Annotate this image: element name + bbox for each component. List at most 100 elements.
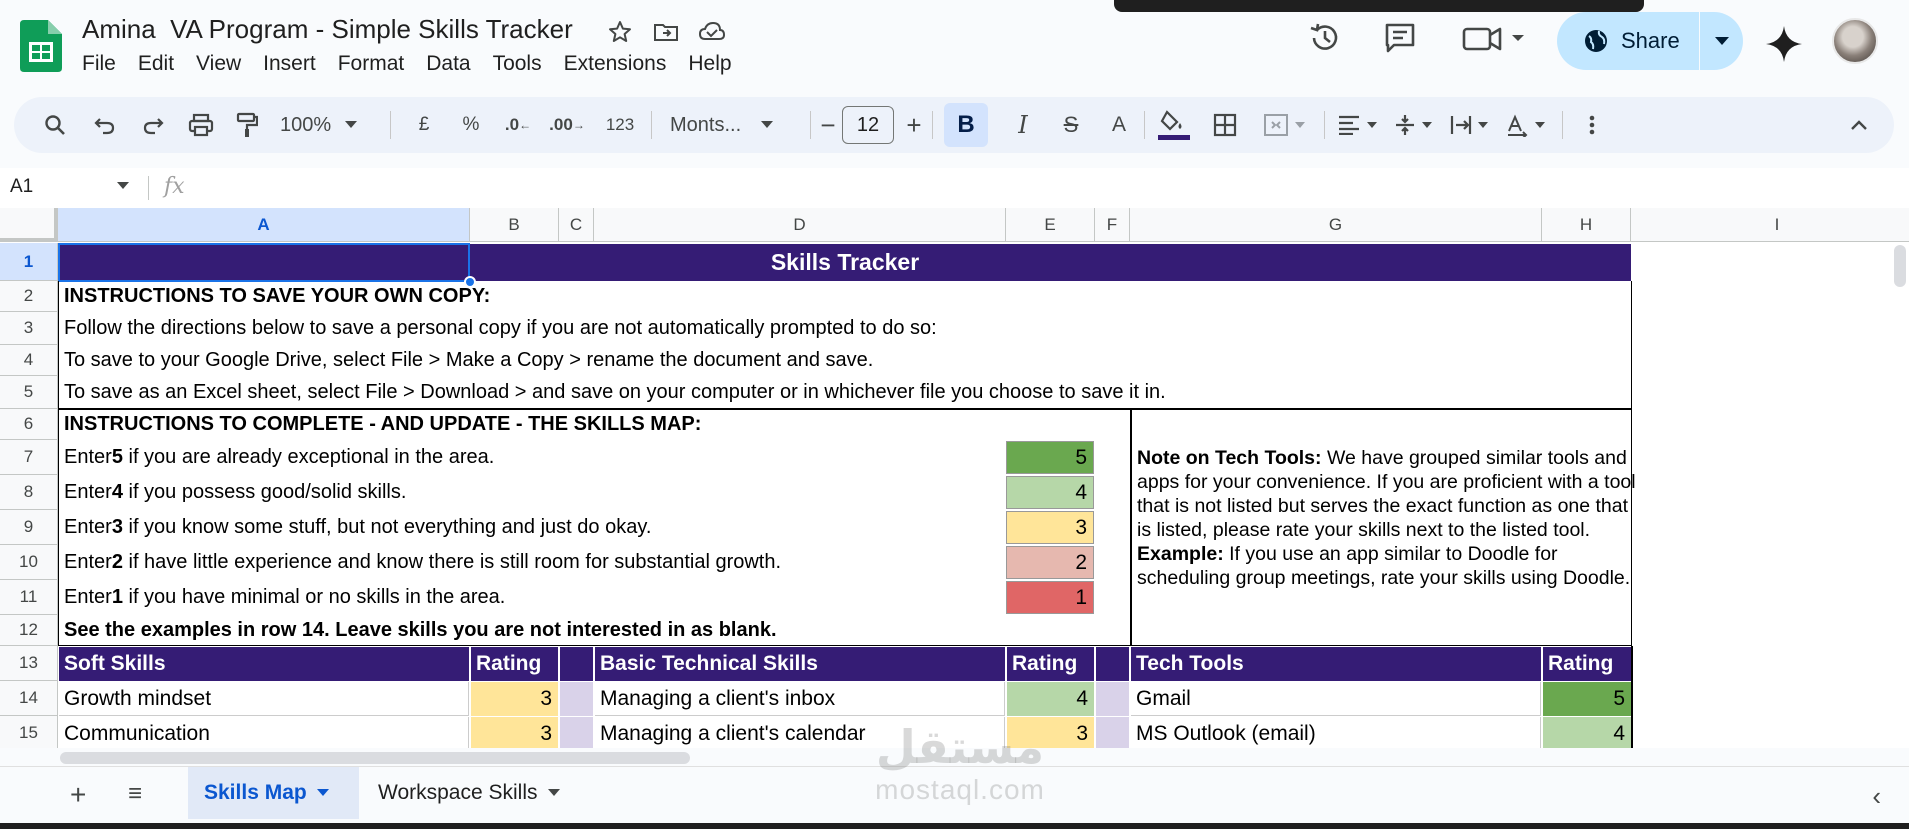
tab-dropdown-icon[interactable] bbox=[547, 789, 560, 797]
text-wrapping-icon[interactable] bbox=[1444, 97, 1494, 153]
column-header-h[interactable]: H bbox=[1542, 208, 1631, 242]
level-1-instruction[interactable]: Enter 1 if you have minimal or no skills… bbox=[59, 580, 505, 615]
version-history-icon[interactable] bbox=[1305, 18, 1345, 58]
row-header-11[interactable]: 11 bbox=[0, 580, 58, 615]
save-instructions-heading[interactable]: INSTRUCTIONS TO SAVE YOUR OWN COPY: bbox=[59, 281, 490, 312]
level-3-instruction[interactable]: Enter 3 if you know some stuff, but not … bbox=[59, 510, 651, 545]
menu-view[interactable]: View bbox=[196, 50, 251, 78]
tech-tool-rating[interactable]: 4 bbox=[1543, 717, 1631, 748]
soft-skill-cell[interactable]: Growth mindset bbox=[59, 682, 469, 716]
horizontal-scrollbar[interactable] bbox=[60, 752, 690, 764]
bold-button[interactable]: B bbox=[944, 103, 988, 147]
comments-icon[interactable] bbox=[1380, 18, 1420, 58]
legend-rating-4[interactable]: 4 bbox=[1006, 476, 1094, 509]
rating-header-1[interactable]: Rating bbox=[471, 647, 558, 681]
cell-selection-a1[interactable] bbox=[58, 243, 470, 282]
decrease-decimal-button[interactable]: .0 ← bbox=[498, 97, 538, 153]
percent-button[interactable]: % bbox=[458, 97, 484, 153]
zoom-select[interactable]: 100% bbox=[280, 97, 376, 153]
legend-rating-5[interactable]: 5 bbox=[1006, 441, 1094, 474]
rating-header-2[interactable]: Rating bbox=[1007, 647, 1094, 681]
spreadsheet-grid[interactable]: A B C D E F G H I 1 2 3 4 5 6 7 8 9 10 1… bbox=[0, 208, 1909, 748]
font-select[interactable]: Monts... bbox=[670, 97, 800, 153]
column-header-g[interactable]: G bbox=[1130, 208, 1542, 242]
cloud-status-icon[interactable] bbox=[696, 16, 728, 48]
search-menus-icon[interactable] bbox=[40, 97, 70, 153]
more-options-icon[interactable] bbox=[1582, 97, 1602, 153]
name-box-dropdown-icon[interactable] bbox=[117, 182, 129, 190]
decrease-font-size-icon[interactable]: − bbox=[818, 97, 838, 153]
row-header-5[interactable]: 5 bbox=[0, 376, 58, 409]
complete-instructions-heading[interactable]: INSTRUCTIONS TO COMPLETE - AND UPDATE - … bbox=[59, 409, 701, 440]
select-all-corner[interactable] bbox=[0, 208, 58, 242]
share-main[interactable]: Share bbox=[1557, 12, 1699, 70]
redo-icon[interactable] bbox=[138, 97, 168, 153]
tab-skills-map[interactable]: Skills Map bbox=[188, 767, 359, 819]
row-header-7[interactable]: 7 bbox=[0, 440, 58, 475]
legend-rating-2[interactable]: 2 bbox=[1006, 546, 1094, 579]
level-2-instruction[interactable]: Enter 2 if have little experience and kn… bbox=[59, 545, 781, 580]
collapse-menus-icon[interactable] bbox=[1844, 97, 1874, 153]
undo-icon[interactable] bbox=[90, 97, 120, 153]
menu-format[interactable]: Format bbox=[338, 50, 415, 78]
add-sheet-icon[interactable]: + bbox=[70, 779, 86, 811]
legend-rating-3[interactable]: 3 bbox=[1006, 511, 1094, 544]
level-5-instruction[interactable]: Enter 5 if you are already exceptional i… bbox=[59, 440, 494, 475]
text-color-button[interactable]: A bbox=[1106, 97, 1132, 153]
row-header-4[interactable]: 4 bbox=[0, 345, 58, 376]
row-header-12[interactable]: 12 bbox=[0, 615, 58, 646]
move-folder-icon[interactable] bbox=[650, 16, 682, 48]
menu-help[interactable]: Help bbox=[688, 50, 741, 78]
number-format-button[interactable]: 123 bbox=[600, 97, 640, 153]
row-header-3[interactable]: 3 bbox=[0, 312, 58, 345]
fill-color-icon[interactable] bbox=[1154, 97, 1194, 153]
column-header-f[interactable]: F bbox=[1095, 208, 1130, 242]
horizontal-align-icon[interactable] bbox=[1332, 97, 1382, 153]
merge-cells-icon[interactable] bbox=[1256, 97, 1312, 153]
examples-note[interactable]: See the examples in row 14. Leave skills… bbox=[59, 615, 777, 646]
soft-skill-rating[interactable]: 3 bbox=[471, 717, 558, 748]
vertical-scrollbar[interactable] bbox=[1894, 245, 1906, 287]
save-instructions-line-3[interactable]: To save as an Excel sheet, select File >… bbox=[59, 376, 1166, 409]
row-header-10[interactable]: 10 bbox=[0, 545, 58, 580]
tab-workspace-skills[interactable]: Workspace Skills bbox=[362, 767, 576, 819]
user-avatar[interactable] bbox=[1832, 18, 1878, 64]
row-header-6[interactable]: 6 bbox=[0, 409, 58, 440]
row-header-13[interactable]: 13 bbox=[0, 646, 58, 681]
paint-format-icon[interactable] bbox=[232, 97, 262, 153]
column-header-i[interactable]: I bbox=[1631, 208, 1909, 242]
italic-button[interactable]: I bbox=[1010, 97, 1036, 153]
save-instructions-line-1[interactable]: Follow the directions below to save a pe… bbox=[59, 312, 937, 345]
menu-edit[interactable]: Edit bbox=[138, 50, 184, 78]
row-header-8[interactable]: 8 bbox=[0, 475, 58, 510]
strikethrough-button[interactable]: S bbox=[1058, 97, 1084, 153]
rating-header-3[interactable]: Rating bbox=[1543, 647, 1631, 681]
meet-icon[interactable] bbox=[1460, 18, 1530, 58]
collapse-sidepanel-icon[interactable]: ‹ bbox=[1872, 781, 1881, 812]
all-sheets-icon[interactable]: ≡ bbox=[128, 780, 142, 808]
star-icon[interactable] bbox=[604, 16, 636, 48]
column-header-b[interactable]: B bbox=[470, 208, 559, 242]
menu-extensions[interactable]: Extensions bbox=[564, 50, 677, 78]
tech-tools-note[interactable]: Note on Tech Tools: We have grouped simi… bbox=[1137, 446, 1637, 590]
menu-data[interactable]: Data bbox=[426, 50, 480, 78]
soft-skill-rating[interactable]: 3 bbox=[471, 682, 558, 716]
basic-skill-rating[interactable]: 4 bbox=[1007, 682, 1094, 716]
sheets-logo-icon[interactable] bbox=[20, 20, 62, 72]
row-header-1[interactable]: 1 bbox=[0, 243, 58, 281]
name-box[interactable]: A1 bbox=[10, 176, 33, 198]
font-size-input[interactable]: 12 bbox=[842, 106, 894, 144]
tech-tool-cell[interactable]: Gmail bbox=[1131, 682, 1541, 716]
soft-skill-cell[interactable]: Communication bbox=[59, 717, 469, 748]
level-4-instruction[interactable]: Enter 4 if you possess good/solid skills… bbox=[59, 475, 406, 510]
tech-tool-cell[interactable]: MS Outlook (email) bbox=[1131, 717, 1541, 748]
basic-technical-skills-header[interactable]: Basic Technical Skills bbox=[595, 647, 1005, 681]
text-rotation-icon[interactable] bbox=[1500, 97, 1550, 153]
column-header-a[interactable]: A bbox=[58, 208, 470, 242]
legend-rating-1[interactable]: 1 bbox=[1006, 581, 1094, 614]
share-button[interactable]: Share bbox=[1557, 12, 1743, 70]
row-header-9[interactable]: 9 bbox=[0, 510, 58, 545]
row-header-15[interactable]: 15 bbox=[0, 716, 58, 748]
document-title[interactable]: Amina VA Program - Simple Skills Tracker bbox=[82, 14, 573, 45]
soft-skills-header[interactable]: Soft Skills bbox=[59, 647, 469, 681]
